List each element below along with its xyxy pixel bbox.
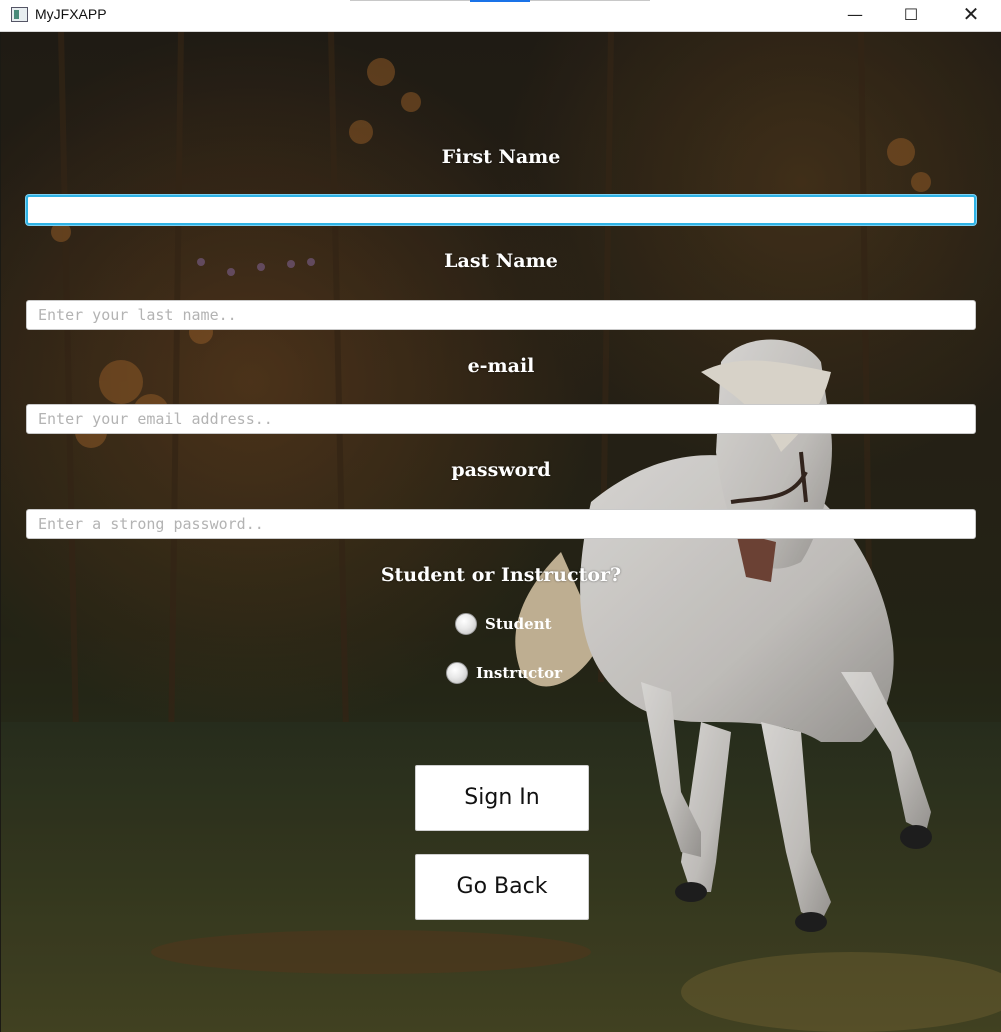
last-name-label: Last Name xyxy=(444,250,558,272)
title-bar: MyJFXAPP — ☐ ✕ xyxy=(0,0,1001,32)
window-title: MyJFXAPP xyxy=(35,6,107,22)
close-button[interactable]: ✕ xyxy=(948,0,994,31)
minimize-button[interactable]: — xyxy=(832,0,878,31)
go-back-button[interactable]: Go Back xyxy=(415,854,589,920)
radio-student-label: Student xyxy=(485,615,552,633)
maximize-button[interactable]: ☐ xyxy=(888,0,934,31)
radio-student-dot[interactable] xyxy=(455,613,477,635)
email-field[interactable] xyxy=(26,404,976,434)
role-question-label: Student or Instructor? xyxy=(380,564,622,586)
radio-student[interactable]: Student xyxy=(455,613,552,635)
radio-instructor-label: Instructor xyxy=(476,664,563,682)
app-icon xyxy=(11,7,28,22)
title-indicator-active xyxy=(470,0,530,2)
radio-instructor-dot[interactable] xyxy=(446,662,468,684)
sign-in-button[interactable]: Sign In xyxy=(415,765,589,831)
radio-instructor[interactable]: Instructor xyxy=(446,662,562,684)
password-field[interactable] xyxy=(26,509,976,539)
first-name-label: First Name xyxy=(441,146,561,168)
email-label: e-mail xyxy=(467,355,535,377)
last-name-field[interactable] xyxy=(26,300,976,330)
first-name-field[interactable] xyxy=(26,195,976,225)
password-label: password xyxy=(451,459,551,481)
